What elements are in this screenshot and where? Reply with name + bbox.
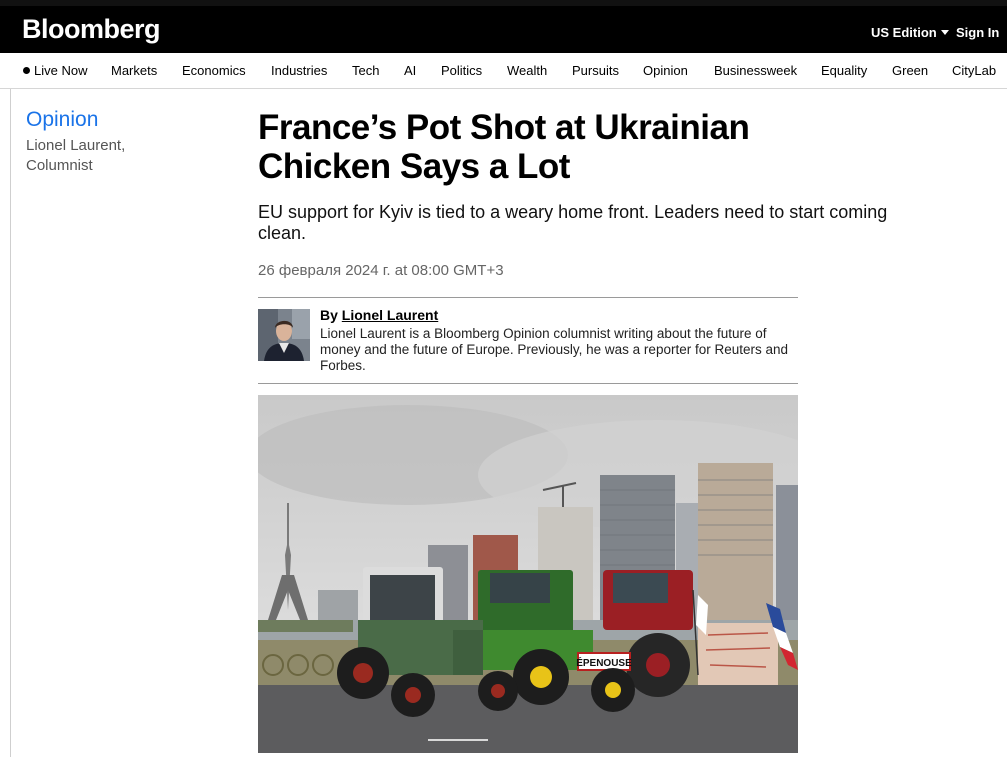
article-dek: EU support for Kyiv is tied to a weary h… bbox=[258, 202, 888, 243]
tractor-protest-photo: ÉPENOUSE bbox=[258, 395, 798, 753]
nav-item-politics[interactable]: Politics bbox=[441, 63, 482, 78]
nav-item-citylab[interactable]: CityLab bbox=[952, 63, 996, 78]
nav-item-equality[interactable]: Equality bbox=[821, 63, 867, 78]
nav-item-markets[interactable]: Markets bbox=[111, 63, 157, 78]
nav-item-economics[interactable]: Economics bbox=[182, 63, 246, 78]
nav-item-green[interactable]: Green bbox=[892, 63, 928, 78]
author-avatar[interactable] bbox=[258, 309, 310, 361]
nav-item-pursuits[interactable]: Pursuits bbox=[572, 63, 619, 78]
protest-sign-text: ÉPENOUSE bbox=[576, 656, 632, 669]
sign-in-button[interactable]: Sign In bbox=[956, 25, 999, 40]
byline-prefix: By bbox=[320, 307, 338, 323]
nav-item-wealth[interactable]: Wealth bbox=[507, 63, 547, 78]
ticker-strip bbox=[0, 0, 1007, 6]
nav-item-live-now[interactable]: Live Now bbox=[23, 63, 87, 78]
top-bar: Bloomberg US Edition Sign In bbox=[0, 0, 1007, 53]
bloomberg-logo[interactable]: Bloomberg bbox=[22, 14, 161, 45]
article-date: 26 февраля 2024 г. at 08:00 GMT+3 bbox=[258, 262, 504, 279]
section-link-opinion[interactable]: Opinion bbox=[26, 108, 98, 132]
hero-image: ÉPENOUSE bbox=[258, 395, 798, 753]
edition-label: US Edition bbox=[871, 25, 937, 40]
nav-item-label: Live Now bbox=[34, 63, 88, 78]
left-divider bbox=[10, 89, 11, 757]
nav-item-tech[interactable]: Tech bbox=[352, 63, 379, 78]
main-nav: Live Now Markets Economics Industries Te… bbox=[0, 53, 1007, 89]
author-link[interactable]: Lionel Laurent bbox=[342, 307, 438, 323]
nav-item-industries[interactable]: Industries bbox=[271, 63, 327, 78]
chevron-down-icon bbox=[940, 30, 949, 35]
nav-item-ai[interactable]: AI bbox=[404, 63, 416, 78]
nav-item-opinion[interactable]: Opinion bbox=[643, 63, 688, 78]
live-dot-icon bbox=[23, 67, 30, 74]
byline: By Lionel Laurent bbox=[320, 307, 438, 323]
author-photo bbox=[258, 309, 310, 361]
edition-selector[interactable]: US Edition bbox=[871, 25, 949, 40]
author-bio: Lionel Laurent is a Bloomberg Opinion co… bbox=[320, 326, 789, 373]
sidebar-author: Lionel Laurent, Columnist bbox=[26, 137, 126, 174]
byline-box: By Lionel Laurent Lionel Laurent is a Bl… bbox=[258, 297, 798, 384]
nav-item-businessweek[interactable]: Businessweek bbox=[714, 63, 797, 78]
article-headline: France’s Pot Shot at Ukrainian Chicken S… bbox=[258, 108, 750, 186]
